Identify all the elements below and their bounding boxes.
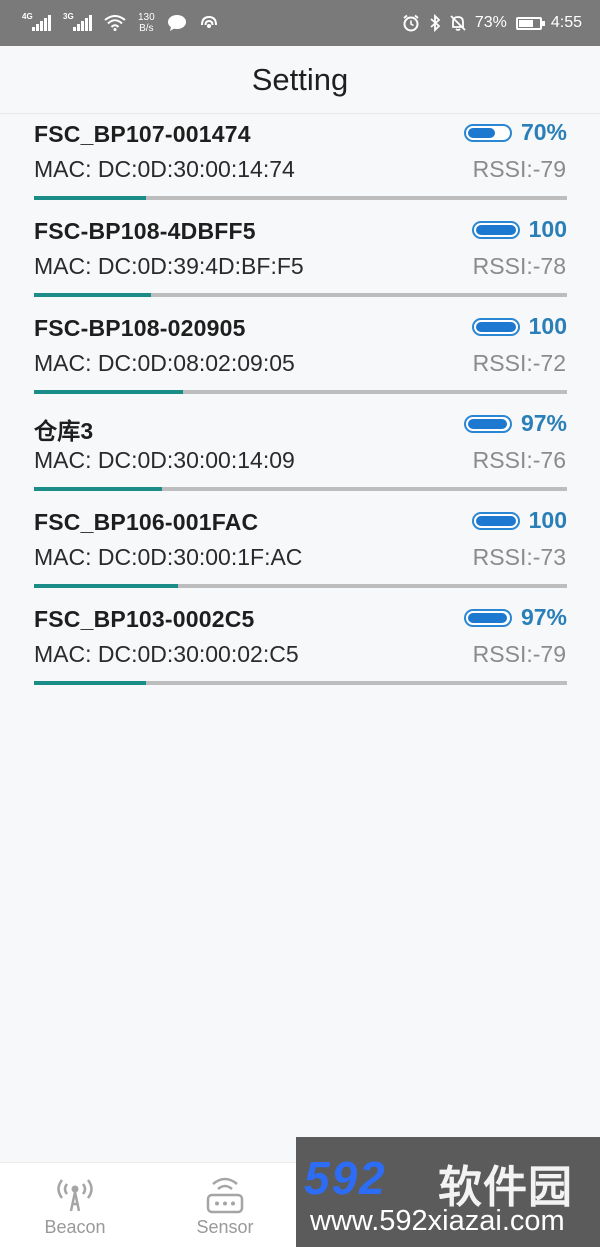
rssi-progress-bar — [34, 196, 567, 200]
device-rssi: RSSI:-76 — [472, 447, 566, 473]
device-item[interactable]: FSC-BP108-4DBFF5 100 MAC: DC:0D:39:4D:BF… — [34, 211, 567, 308]
nav-tab-sensor[interactable]: Sensor — [165, 1163, 285, 1247]
device-mac: MAC: DC:0D:30:00:02:C5 — [34, 641, 299, 667]
device-name: FSC_BP106-001FAC — [34, 509, 259, 535]
alarm-icon — [403, 14, 419, 32]
rssi-progress-bar — [34, 390, 567, 394]
device-battery: 97% — [463, 604, 567, 631]
bluetooth-icon — [430, 14, 441, 32]
battery-level-text: 100 — [528, 313, 567, 339]
device-battery: 97% — [463, 410, 567, 437]
battery-level-text: 100 — [528, 216, 567, 242]
device-rssi: RSSI:-72 — [472, 350, 566, 376]
device-battery: 100 — [471, 216, 567, 243]
nav-label-sensor: Sensor — [196, 1217, 254, 1237]
watermark-number: 592 — [304, 1152, 387, 1204]
watermark-url: www.592xiazai.com — [310, 1205, 565, 1237]
status-bar: 4G 3G 130 B/s 73% 4:55 — [0, 0, 600, 46]
battery-level-icon — [471, 511, 520, 530]
rssi-progress-bar — [34, 487, 567, 491]
mute-icon — [450, 15, 466, 31]
device-mac: MAC: DC:0D:30:00:1F:AC — [34, 544, 303, 570]
device-battery: 100 — [471, 313, 567, 340]
battery-icon — [515, 16, 545, 30]
beacon-antenna-icon — [57, 1179, 93, 1212]
device-battery: 100 — [471, 507, 567, 534]
title-bar: Setting — [0, 46, 600, 114]
hotspot-icon — [200, 15, 217, 28]
sensor-router-icon — [206, 1177, 244, 1214]
battery-level-text: 70% — [520, 119, 567, 145]
device-rssi: RSSI:-79 — [472, 156, 566, 182]
clock: 4:55 — [550, 14, 582, 31]
battery-level-icon — [471, 317, 520, 336]
battery-level-icon — [471, 220, 520, 239]
device-item[interactable]: FSC-BP108-020905 100 MAC: DC:0D:08:02:09… — [34, 308, 567, 405]
watermark: 592 软件园 www.592xiazai.com — [296, 1137, 600, 1247]
battery-percent: 73% — [474, 14, 507, 31]
battery-level-icon — [463, 123, 512, 142]
nav-tab-beacon[interactable]: Beacon — [15, 1163, 135, 1247]
device-mac: MAC: DC:0D:30:00:14:09 — [34, 447, 295, 473]
device-battery: 70% — [463, 119, 567, 146]
device-list[interactable]: FSC_BP107-001474 70% MAC: DC:0D:30:00:14… — [34, 114, 567, 696]
rssi-progress-bar — [34, 584, 567, 588]
signal-sim2-icon: 3G — [63, 12, 92, 31]
battery-level-icon — [463, 414, 512, 433]
device-name: FSC-BP108-4DBFF5 — [34, 218, 256, 244]
battery-level-icon — [463, 608, 512, 627]
page-title: Setting — [251, 61, 349, 97]
device-item[interactable]: FSC_BP103-0002C5 97% MAC: DC:0D:30:00:02… — [34, 599, 567, 696]
network-speed: 130 B/s — [138, 12, 155, 34]
rssi-progress-bar — [34, 293, 567, 297]
device-mac: MAC: DC:0D:30:00:14:74 — [34, 156, 295, 182]
device-name: FSC_BP103-0002C5 — [34, 606, 255, 632]
rssi-progress-bar — [34, 681, 567, 685]
device-mac: MAC: DC:0D:39:4D:BF:F5 — [34, 253, 304, 279]
device-mac: MAC: DC:0D:08:02:09:05 — [34, 350, 295, 376]
device-item[interactable]: FSC_BP107-001474 70% MAC: DC:0D:30:00:14… — [34, 114, 567, 211]
battery-level-text: 97% — [520, 410, 567, 436]
nav-label-beacon: Beacon — [44, 1217, 106, 1237]
device-name: FSC-BP108-020905 — [34, 315, 246, 341]
device-rssi: RSSI:-78 — [472, 253, 566, 279]
battery-level-text: 100 — [528, 507, 567, 533]
chat-icon — [167, 15, 186, 31]
device-rssi: RSSI:-73 — [472, 544, 566, 570]
wifi-icon — [104, 15, 126, 31]
device-item[interactable]: 仓库3 97% MAC: DC:0D:30:00:14:09 RSSI:-76 — [34, 405, 567, 502]
battery-level-text: 97% — [520, 604, 567, 630]
device-name: FSC_BP107-001474 — [34, 121, 251, 147]
device-item[interactable]: FSC_BP106-001FAC 100 MAC: DC:0D:30:00:1F… — [34, 502, 567, 599]
device-name: 仓库3 — [34, 418, 94, 444]
device-rssi: RSSI:-79 — [472, 641, 566, 667]
signal-sim1-icon: 4G — [22, 12, 51, 31]
